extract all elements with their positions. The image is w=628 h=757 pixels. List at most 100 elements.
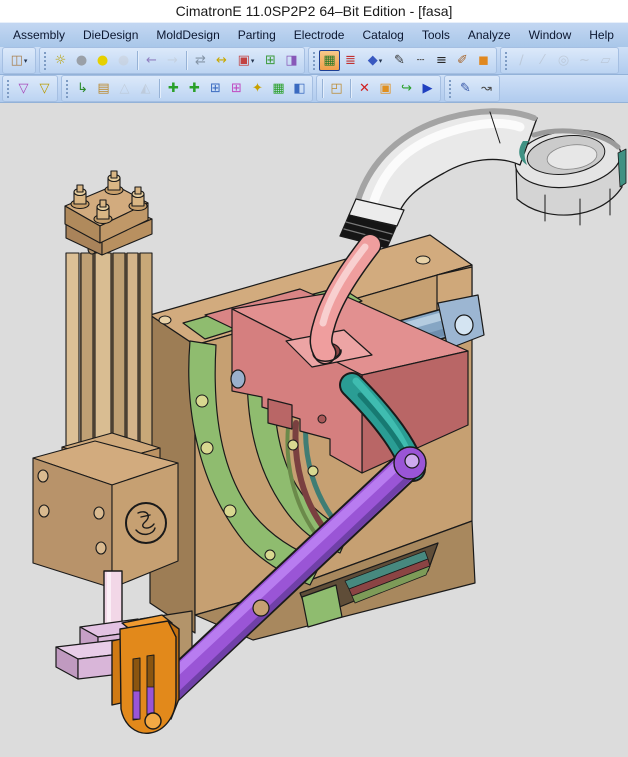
- window-title: CimatronE 11.0SP2P2 64–Bit Edition - [fa…: [176, 3, 453, 19]
- add-tools-icon: ⊞: [265, 54, 276, 67]
- toolbar-group: ∕ ⁄◎~▱: [500, 47, 619, 74]
- render-mode-icon: ✐: [457, 54, 468, 67]
- toolbar-drag-handle[interactable]: [448, 80, 452, 98]
- add-catalog-assembly-button[interactable]: ⊞: [226, 78, 247, 99]
- delete-component-button[interactable]: ✕: [354, 78, 375, 99]
- light-pick-icon: ●: [118, 54, 129, 67]
- toolbar-row-2: ▽ ▽ ↳ ▤ △◭ ✚ ✚ ⊞ ⊞ ✦ ▦ ◧ ◰ ✕▣↪ ▶ ✎ ↝: [0, 75, 628, 103]
- 3d-viewport[interactable]: [0, 103, 628, 757]
- open-set-button[interactable]: ▤: [93, 78, 114, 99]
- point-tool-button[interactable]: ∕: [511, 50, 532, 71]
- menu-item-diedesign[interactable]: DieDesign: [74, 25, 147, 45]
- filter-flow-button[interactable]: ▽: [13, 78, 34, 99]
- swap-entities-button[interactable]: ⇄: [190, 50, 211, 71]
- menu-item-help[interactable]: Help: [580, 25, 623, 45]
- line-style-icon: ┄: [417, 54, 425, 67]
- open-component-button[interactable]: ◰: [326, 78, 347, 99]
- add-part-icon: ✚: [168, 82, 179, 95]
- simulate-button[interactable]: ▶: [417, 78, 438, 99]
- shaded-cube-button[interactable]: ◼: [473, 50, 494, 71]
- activate-ucs-button[interactable]: ↳: [72, 78, 93, 99]
- menu-item-molddesign[interactable]: MoldDesign: [147, 25, 228, 45]
- hide-ref-button[interactable]: △: [114, 78, 135, 99]
- toolbar-group: ◫▾: [2, 47, 36, 74]
- curves-button[interactable]: ↝: [476, 78, 497, 99]
- toolbar-separator: [137, 51, 138, 70]
- pick-table-button[interactable]: ▦: [319, 50, 340, 71]
- pick-table-icon: ▦: [323, 54, 335, 67]
- toolbar-drag-handle[interactable]: [504, 52, 508, 70]
- simulate-icon: ▶: [423, 82, 433, 95]
- toolbar-separator: [186, 51, 187, 70]
- undo-view-button[interactable]: ←: [141, 50, 162, 71]
- reload-component-button[interactable]: ↪: [396, 78, 417, 99]
- align-parts-icon: ◧: [293, 82, 305, 95]
- new-catalog-button[interactable]: ▣▾: [232, 50, 260, 71]
- paint-bucket-button[interactable]: ◆▾: [361, 50, 389, 71]
- toolbar-group: ▦ ≣◆▾✎ ┄ ≡ ✐ ◼: [308, 47, 497, 74]
- add-catalog-part-icon: ⊞: [210, 82, 221, 95]
- render-mode-button[interactable]: ✐: [452, 50, 473, 71]
- new-part-icon: ✦: [252, 82, 263, 95]
- sketcher-button[interactable]: ✎: [455, 78, 476, 99]
- open-component-icon: ◰: [330, 82, 342, 95]
- add-catalog-assembly-icon: ⊞: [231, 82, 242, 95]
- menu-item-catalog[interactable]: Catalog: [353, 25, 412, 45]
- sketcher-icon: ✎: [460, 82, 471, 95]
- toolbar-group: ◰ ✕▣↪ ▶: [316, 75, 441, 102]
- line-width-icon: ≡: [436, 54, 447, 67]
- dropdown-arrow-icon[interactable]: ▾: [251, 57, 255, 65]
- shaded-cube-icon: ◼: [478, 54, 489, 67]
- menu-item-tools[interactable]: Tools: [413, 25, 459, 45]
- filter-add-button[interactable]: ▽: [34, 78, 55, 99]
- show-ref-button[interactable]: ◭: [135, 78, 156, 99]
- toolbar-drag-handle[interactable]: [65, 80, 69, 98]
- light-off-button[interactable]: ●: [71, 50, 92, 71]
- swap-entities-icon: ⇄: [195, 54, 206, 67]
- dropdown-arrow-icon[interactable]: ▾: [24, 57, 28, 65]
- curves-icon: ↝: [481, 82, 492, 95]
- add-catalog-part-button[interactable]: ⊞: [205, 78, 226, 99]
- light-off-icon: ●: [76, 54, 87, 67]
- line-style-button[interactable]: ┄: [410, 50, 431, 71]
- window-titlebar[interactable]: CimatronE 11.0SP2P2 64–Bit Edition - [fa…: [0, 0, 628, 22]
- toolbar-separator: [322, 79, 323, 98]
- add-assembly-button[interactable]: ✚: [184, 78, 205, 99]
- add-part-button[interactable]: ✚: [163, 78, 184, 99]
- color-bands-button[interactable]: ≣: [340, 50, 361, 71]
- entity-info-button[interactable]: ◨: [281, 50, 302, 71]
- toolbar-drag-handle[interactable]: [312, 52, 316, 70]
- replace-component-button[interactable]: ▣: [375, 78, 396, 99]
- circle-tool-button[interactable]: ◎: [553, 50, 574, 71]
- plane-tool-button[interactable]: ▱: [595, 50, 616, 71]
- menu-item-analyze[interactable]: Analyze: [459, 25, 520, 45]
- redo-view-icon: →: [167, 54, 178, 67]
- toolbar-drag-handle[interactable]: [6, 80, 10, 98]
- view-cube-button[interactable]: ◫▾: [5, 50, 33, 71]
- filter-add-icon: ▽: [40, 82, 50, 95]
- add-tools-button[interactable]: ⊞: [260, 50, 281, 71]
- menu-item-parting[interactable]: Parting: [229, 25, 285, 45]
- menu-item-assembly[interactable]: Assembly: [4, 25, 74, 45]
- new-catalog-icon: ▣: [238, 54, 250, 67]
- duplicate-parts-button[interactable]: ▦: [268, 78, 289, 99]
- activate-ucs-icon: ↳: [77, 82, 88, 95]
- light-pick-button[interactable]: ●: [113, 50, 134, 71]
- point-tool-icon: ∕: [519, 54, 523, 67]
- toolbar-drag-handle[interactable]: [43, 52, 47, 70]
- menu-item-electrode[interactable]: Electrode: [285, 25, 354, 45]
- new-part-button[interactable]: ✦: [247, 78, 268, 99]
- pivot-bracket-part[interactable]: [112, 615, 179, 733]
- light-on-button[interactable]: ●: [92, 50, 113, 71]
- dropdown-arrow-icon[interactable]: ▾: [379, 57, 383, 65]
- light-select-button[interactable]: ☼: [50, 50, 71, 71]
- pen-button[interactable]: ✎: [389, 50, 410, 71]
- menu-item-window[interactable]: Window: [520, 25, 581, 45]
- redo-view-button[interactable]: →: [162, 50, 183, 71]
- measure-button[interactable]: ↔: [211, 50, 232, 71]
- spline-tool-button[interactable]: ~: [574, 50, 595, 71]
- line-width-button[interactable]: ≡: [431, 50, 452, 71]
- open-set-icon: ▤: [97, 82, 109, 95]
- line-tool-button[interactable]: ⁄: [532, 50, 553, 71]
- align-parts-button[interactable]: ◧: [289, 78, 310, 99]
